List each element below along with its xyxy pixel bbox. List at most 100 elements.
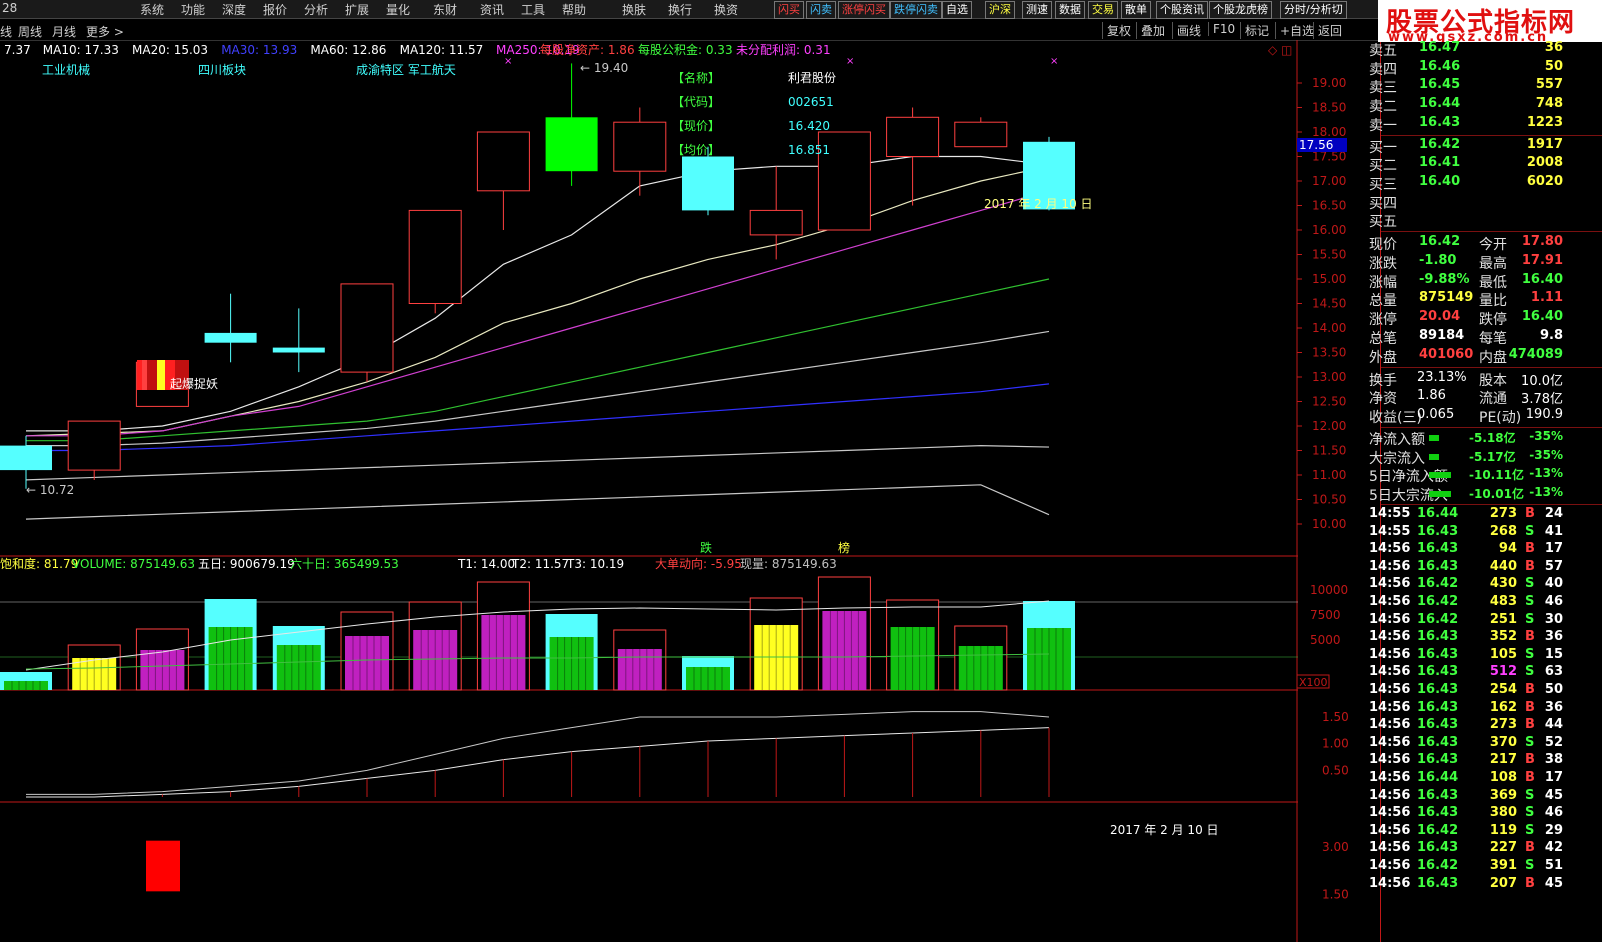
order-book-row[interactable]: 卖三 16.45 557 — [1369, 77, 1602, 96]
menu-item-9[interactable]: 工具 — [521, 1, 545, 18]
order-book-row[interactable]: 卖五 16.47 36 — [1369, 40, 1602, 59]
candle-body[interactable] — [954, 121, 1008, 148]
candle-body[interactable] — [613, 121, 667, 172]
tick-time: 14:56 — [1369, 558, 1411, 574]
tick-side: B — [1525, 699, 1535, 715]
candle-body[interactable] — [749, 209, 803, 236]
menu-item-10[interactable]: 帮助 — [562, 1, 586, 18]
quick-button-10[interactable]: 个股资讯 — [1156, 1, 1208, 19]
tool-button-1[interactable]: 叠加 — [1136, 22, 1165, 39]
candle-body[interactable] — [408, 209, 462, 304]
quick-button-2[interactable]: 涨停闪买 — [838, 1, 890, 19]
order-book-row[interactable]: 卖二 16.44 748 — [1369, 96, 1602, 115]
quick-button-3[interactable]: 跌停闪卖 — [890, 1, 942, 19]
kline-chart-svg[interactable]: 19.0018.5018.0017.5017.0016.5016.0015.50… — [0, 40, 1380, 942]
candle-body[interactable] — [886, 116, 940, 158]
order-book-row[interactable]: 买五 — [1369, 211, 1602, 230]
order-book-row[interactable]: 卖四 16.46 50 — [1369, 59, 1602, 78]
pane-control-icons[interactable]: ◇ ◫ — [1268, 43, 1292, 57]
tool-button-2[interactable]: 画线 — [1172, 22, 1201, 39]
tool-button-0[interactable]: 复权 — [1102, 22, 1131, 39]
period-3[interactable]: 更多 > — [86, 23, 124, 40]
order-book-row[interactable]: 买一 16.42 1917 — [1369, 137, 1602, 156]
panel-separator — [1381, 134, 1602, 136]
menu-item-7[interactable]: 东财 — [433, 1, 457, 18]
order-book-row[interactable]: 买二 16.41 2008 — [1369, 155, 1602, 174]
menu-item-5[interactable]: 扩展 — [345, 1, 369, 18]
quick-button-12[interactable]: 分时/分析切 — [1280, 1, 1347, 19]
menu-item-3[interactable]: 报价 — [263, 1, 287, 18]
candle-body[interactable] — [476, 131, 530, 192]
menu-item-0[interactable]: 系统 — [140, 1, 164, 18]
menu-item-13[interactable]: 换资 — [714, 1, 738, 18]
menu-item-1[interactable]: 功能 — [181, 1, 205, 18]
tick-vol: 273 — [1489, 717, 1517, 733]
sector-tag-1[interactable]: 四川板块 — [198, 63, 246, 77]
quick-button-11[interactable]: 个股龙虎榜 — [1209, 1, 1272, 19]
sector-tag-0[interactable]: 工业机械 — [42, 62, 90, 77]
tool-button-5[interactable]: +自选 — [1275, 22, 1314, 39]
tick-side: S — [1525, 664, 1535, 680]
period-0[interactable]: 线 — [0, 23, 12, 40]
tool-button-3[interactable]: F10 — [1208, 22, 1235, 36]
tick-time: 14:56 — [1369, 682, 1411, 697]
menu-item-4[interactable]: 分析 — [304, 1, 328, 18]
menu-item-6[interactable]: 量化 — [386, 1, 410, 18]
tick-side: S — [1525, 646, 1535, 662]
tick-price: 16.42 — [1417, 858, 1459, 873]
candle-body[interactable] — [272, 347, 325, 353]
tick-vol: 370 — [1489, 734, 1517, 750]
tick-vol: 483 — [1489, 594, 1517, 609]
menu-item-2[interactable]: 深度 — [222, 1, 246, 18]
fin-legend-1: 每股公积金: 0.33 — [638, 42, 733, 57]
price-axis-label: 12.00 — [1312, 419, 1346, 433]
tick-row: 14:56 16.43 512 S 63 — [1369, 664, 1602, 682]
ma-legend-1: MA10: 17.33 — [43, 43, 119, 57]
x100-label[interactable]: X100 — [1299, 676, 1328, 689]
tool-button-4[interactable]: 标记 — [1240, 22, 1269, 39]
kline-chart-area[interactable]: 19.00 18.50 18.00 17.50 17.00 16.50 16.00 15.50… — [0, 40, 1380, 942]
tool-button-6[interactable]: 返回 — [1313, 22, 1342, 39]
vol-legend-2: 五日: 900679.19 — [198, 557, 295, 571]
candle-body[interactable] — [545, 117, 598, 172]
sector-tag-2[interactable]: 成渝特区 军工航天 — [356, 62, 456, 77]
menu-item-12[interactable]: 换行 — [668, 1, 692, 18]
candle-body[interactable] — [682, 156, 734, 211]
order-book-row[interactable]: 买三 16.40 6020 — [1369, 174, 1602, 193]
tick-time: 14:56 — [1369, 717, 1411, 733]
quick-button-0[interactable]: 闪买 — [774, 1, 804, 19]
stat-row: 总量 875149 量比 1.11 — [1369, 290, 1602, 309]
tick-count: 45 — [1544, 787, 1563, 803]
candle-body[interactable] — [204, 332, 257, 343]
period-1[interactable]: 周线 — [18, 23, 42, 40]
high-marker: ← 19.40 — [580, 61, 628, 75]
period-2[interactable]: 月线 — [52, 23, 76, 40]
quick-button-1[interactable]: 闪卖 — [806, 1, 836, 19]
stat-row: 涨跌 -1.80 最高 17.91 — [1369, 253, 1602, 272]
tick-vol: 251 — [1489, 611, 1517, 627]
tick-count: 46 — [1544, 805, 1563, 821]
vol-legend-4: T1: 14.00 — [457, 557, 515, 571]
candle-body[interactable] — [67, 420, 121, 471]
tick-count: 15 — [1544, 646, 1563, 662]
candle-body[interactable] — [340, 283, 394, 373]
quick-button-9[interactable]: 散单 — [1121, 1, 1151, 19]
menu-item-11[interactable]: 换肤 — [622, 1, 646, 18]
stat-label: 换手 — [1369, 372, 1397, 389]
quick-button-8[interactable]: 交易 — [1088, 1, 1118, 19]
stat-value: 3.78亿 — [1521, 392, 1563, 408]
panel-separator — [1381, 366, 1602, 368]
menu-item-8[interactable]: 资讯 — [480, 1, 504, 18]
quick-button-4[interactable]: 自选 — [942, 1, 972, 19]
candle-body[interactable] — [0, 445, 52, 471]
quick-button-5[interactable]: 沪深 — [985, 1, 1015, 19]
order-book-row[interactable]: 卖一 16.43 1223 — [1369, 115, 1602, 134]
quick-button-7[interactable]: 数据 — [1055, 1, 1085, 19]
price-axis-label: 11.50 — [1312, 444, 1346, 458]
tick-price: 16.44 — [1417, 506, 1459, 521]
order-book-label: 买二 — [1369, 158, 1397, 175]
stat-row: 涨停 20.04 跌停 16.40 — [1369, 309, 1602, 328]
tick-time: 14:55 — [1369, 506, 1411, 521]
quick-button-6[interactable]: 测速 — [1022, 1, 1052, 19]
order-book-row[interactable]: 买四 — [1369, 193, 1602, 212]
